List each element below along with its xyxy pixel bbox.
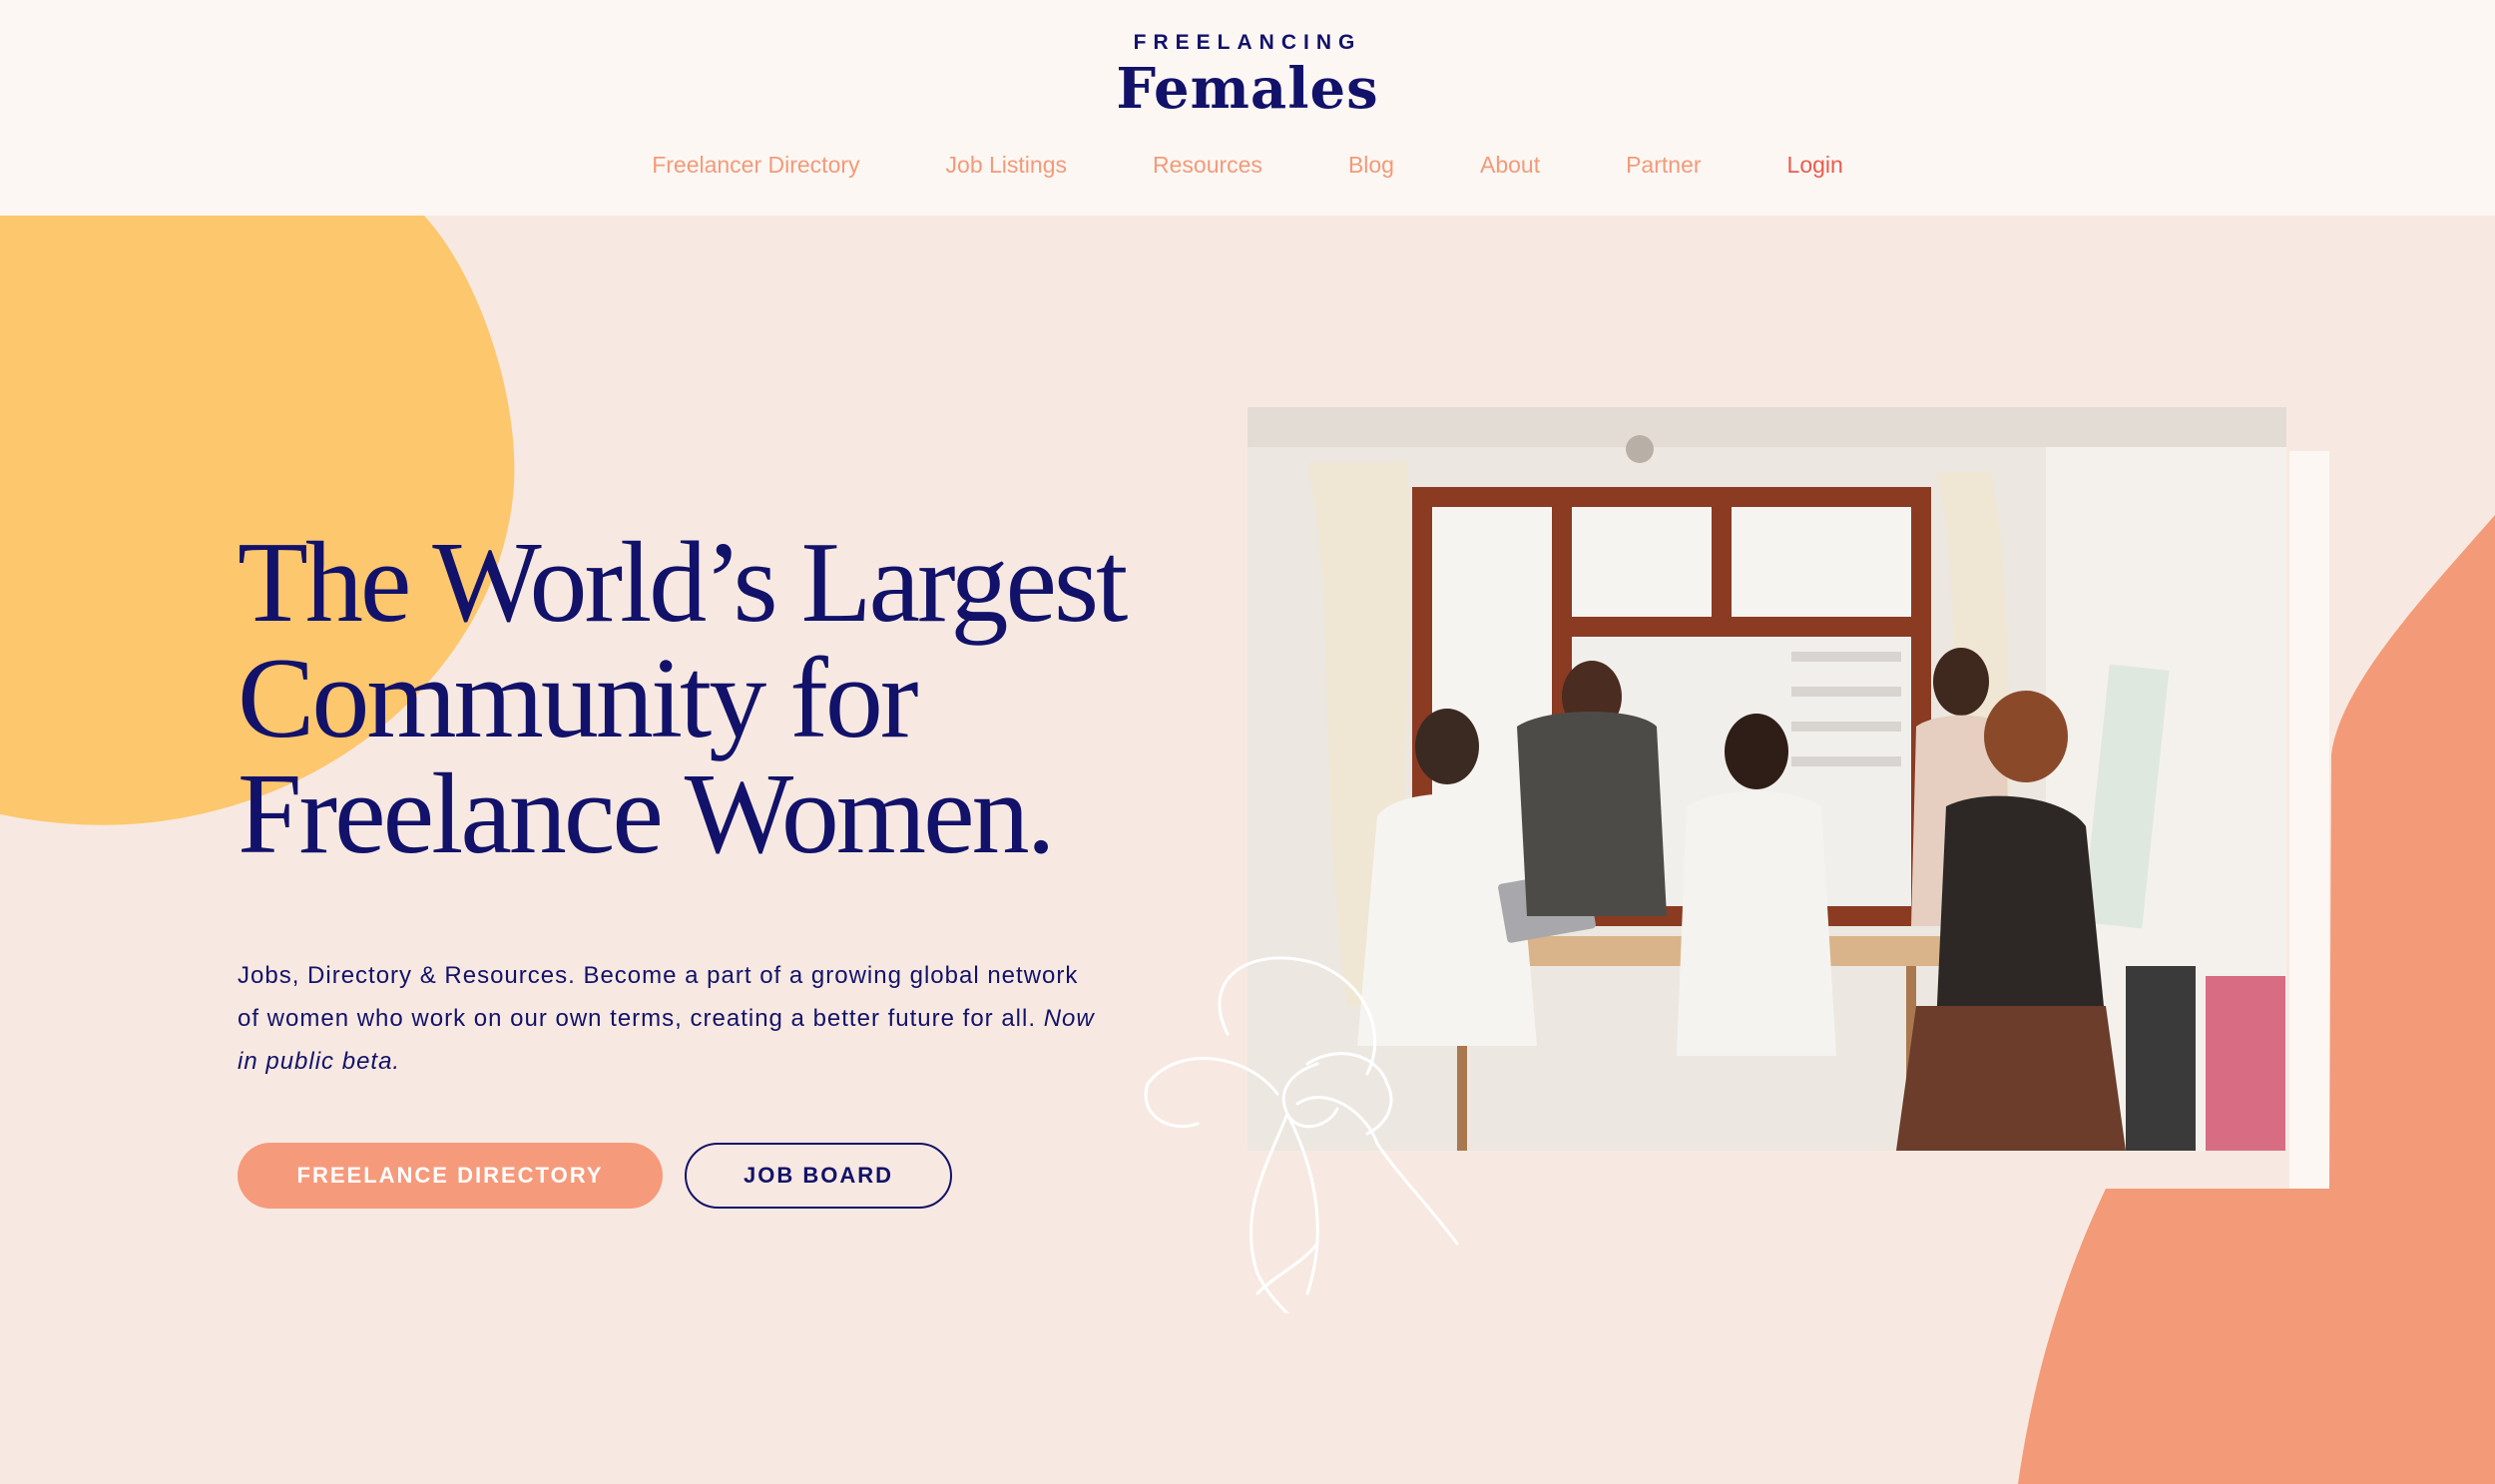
- hero-description-text: Jobs, Directory & Resources. Become a pa…: [238, 962, 1079, 1032]
- job-board-button[interactable]: JOB BOARD: [685, 1143, 952, 1209]
- flower-sketch-decoration: [1144, 956, 1459, 1313]
- headline-line-1: The World’s Largest: [238, 519, 1128, 647]
- nav-blog[interactable]: Blog: [1348, 152, 1394, 179]
- main-nav: Freelancer Directory Job Listings Resour…: [0, 152, 2495, 179]
- nav-partner[interactable]: Partner: [1626, 152, 1701, 179]
- site-header: FREELANCING Females Freelancer Directory…: [0, 0, 2495, 216]
- hero-section: The World’s Largest Community for Freela…: [0, 216, 2495, 1484]
- hero-description: Jobs, Directory & Resources. Become a pa…: [238, 954, 1096, 1083]
- headline-line-2: Community for: [238, 635, 919, 762]
- nav-freelancer-directory[interactable]: Freelancer Directory: [652, 152, 859, 179]
- nav-resources[interactable]: Resources: [1153, 152, 1262, 179]
- nav-login[interactable]: Login: [1787, 152, 1843, 179]
- headline-line-3: Freelance Women.: [238, 750, 1056, 878]
- logo-wordmark[interactable]: Females: [0, 56, 2495, 122]
- nav-about[interactable]: About: [1480, 152, 1540, 179]
- logo-tagline[interactable]: FREELANCING: [0, 31, 2495, 55]
- hero-headline: The World’s Largest Community for Freela…: [238, 525, 1136, 872]
- freelance-directory-button[interactable]: FREELANCE DIRECTORY: [238, 1143, 663, 1209]
- nav-job-listings[interactable]: Job Listings: [946, 152, 1067, 179]
